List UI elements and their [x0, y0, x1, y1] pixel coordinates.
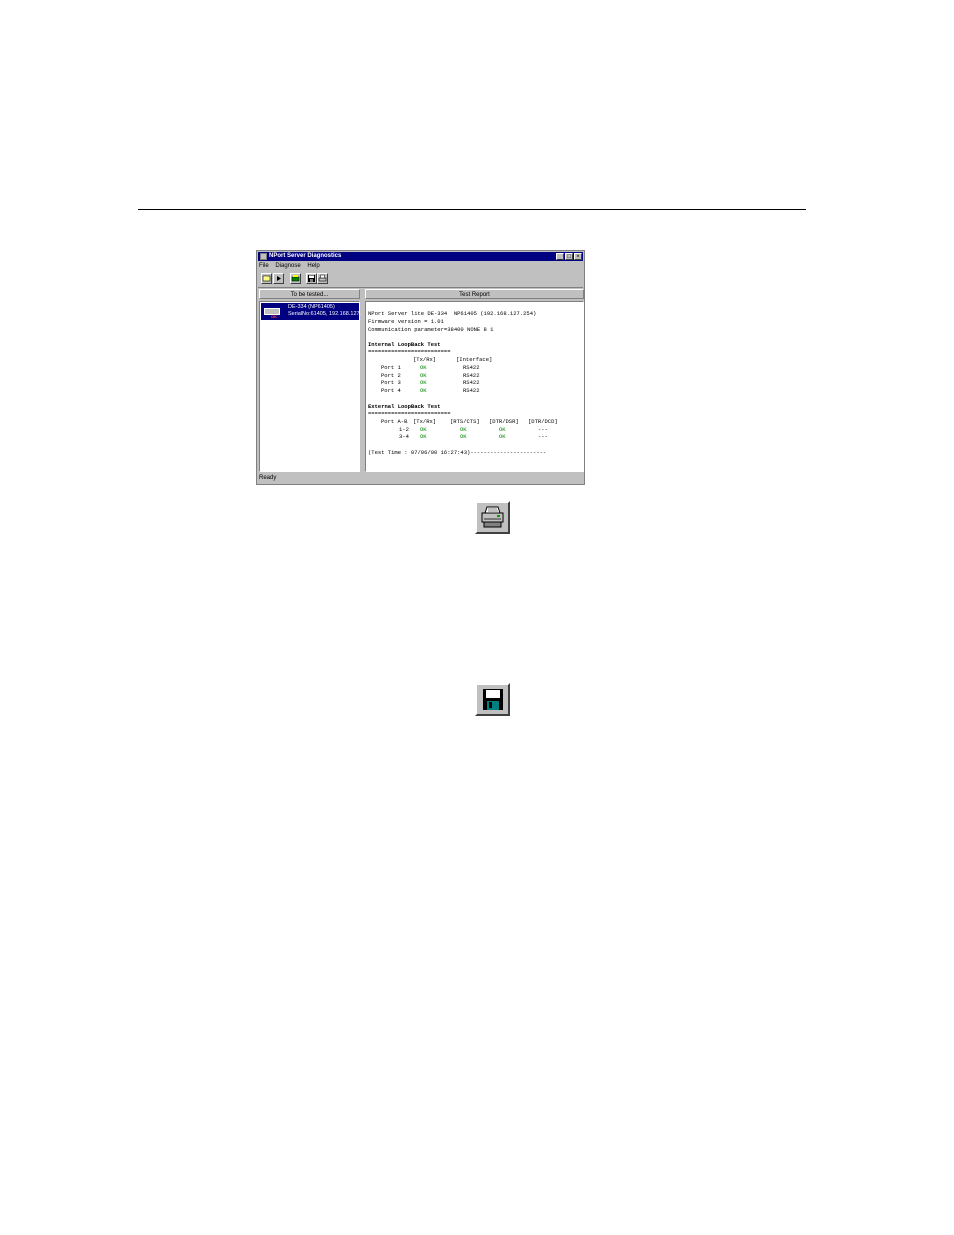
external-row-dtrdcd: ---	[538, 433, 548, 440]
print-icon	[481, 506, 504, 528]
minimize-button[interactable]: _	[556, 253, 564, 260]
save-button-large[interactable]	[475, 683, 510, 716]
device-name: DE-334 (NP61405)	[288, 304, 335, 310]
device-status-badge: OK	[271, 314, 277, 319]
window-title: NPort Server Diagnostics	[269, 253, 342, 259]
internal-row-port: Port 1	[381, 364, 401, 371]
external-rule: =========================	[368, 410, 451, 417]
toolbar-separator	[258, 287, 583, 288]
app-icon	[260, 253, 267, 260]
test-report[interactable]: NPort Server lite DE-334 NP61405 (192.16…	[365, 301, 584, 472]
menu-help[interactable]: Help	[307, 263, 319, 269]
internal-row-port: Port 2	[381, 372, 401, 379]
external-row-rtscts: OK	[460, 426, 467, 433]
print-icon	[318, 274, 327, 282]
maximize-button[interactable]: □	[565, 253, 573, 260]
external-col-txrx: [Tx/Rx]	[413, 418, 437, 425]
menu-diagnose[interactable]: Diagnose	[275, 263, 300, 269]
internal-row-txrx: OK	[420, 364, 427, 371]
play-icon	[277, 276, 281, 281]
internal-col-interface: [Interface]	[456, 356, 493, 363]
internal-row-interface: RS422	[463, 372, 480, 379]
internal-row-port: Port 3	[381, 379, 401, 386]
internal-row-interface: RS422	[463, 379, 480, 386]
report-model-line: NPort Server lite DE-334 NP61405 (192.16…	[368, 310, 537, 317]
internal-row-txrx: OK	[420, 372, 427, 379]
test-button[interactable]	[290, 273, 301, 284]
report-comm-line: Communication parameter=38400 NONE 8 1	[368, 326, 494, 333]
test-icon	[291, 275, 300, 282]
open-button[interactable]	[261, 273, 272, 284]
close-button[interactable]: ×	[574, 253, 582, 260]
status-bar: Ready	[259, 475, 277, 481]
report-pane: Test Report NPort Server lite DE-334 NP6…	[365, 289, 584, 472]
menu-file[interactable]: File	[259, 263, 269, 269]
internal-row-txrx: OK	[420, 387, 427, 394]
external-col-port: Port A-B	[381, 418, 408, 425]
report-firmware-line: Firmware version = 1.01	[368, 318, 444, 325]
internal-rule: =========================	[368, 348, 451, 355]
external-row-dtrdsr: OK	[499, 426, 506, 433]
print-button[interactable]	[317, 273, 328, 284]
save-icon	[308, 275, 315, 282]
external-row-rtscts: OK	[460, 433, 467, 440]
save-button[interactable]	[306, 273, 317, 284]
internal-row-port: Port 4	[381, 387, 401, 394]
device-list-pane: To be tested... OK DE-334 (NP61405) Seri…	[259, 289, 362, 472]
internal-row-interface: RS422	[463, 364, 480, 371]
external-col-rtscts: [RTS/CTS]	[450, 418, 480, 425]
external-col-dtrdsr: [DTR/DSR]	[489, 418, 519, 425]
device-serial: SerialNo:61405, 192.168.127.	[288, 311, 362, 317]
print-button-large[interactable]	[475, 501, 510, 534]
device-item[interactable]: OK DE-334 (NP61405) SerialNo:61405, 192.…	[261, 303, 362, 320]
external-test-title: External LoopBack Test	[368, 403, 441, 410]
external-row-port: 1-2	[399, 426, 409, 433]
internal-test-title: Internal LoopBack Test	[368, 341, 441, 348]
device-list[interactable]: OK DE-334 (NP61405) SerialNo:61405, 192.…	[259, 301, 362, 472]
test-time-line: (Test Time : 07/06/00 16:27:43)---------…	[368, 449, 547, 456]
external-row-txrx: OK	[420, 426, 427, 433]
menu-bar: File Diagnose Help	[259, 262, 325, 271]
internal-col-txrx: [Tx/Rx]	[413, 356, 437, 363]
external-row-port: 3-4	[399, 433, 409, 440]
external-row-dtrdcd: ---	[538, 426, 548, 433]
report-header[interactable]: Test Report	[365, 289, 584, 299]
external-row-txrx: OK	[420, 433, 427, 440]
page-rule	[138, 209, 806, 210]
device-list-header[interactable]: To be tested...	[259, 289, 360, 299]
save-icon	[483, 689, 503, 710]
open-icon	[262, 275, 271, 282]
run-button[interactable]	[273, 273, 284, 284]
internal-row-txrx: OK	[420, 379, 427, 386]
diagnostics-window: NPort Server Diagnostics _ □ × File Diag…	[256, 250, 585, 485]
title-bar: NPort Server Diagnostics _ □ ×	[258, 252, 583, 261]
external-row-dtrdsr: OK	[499, 433, 506, 440]
toolbar	[259, 272, 584, 285]
internal-row-interface: RS422	[463, 387, 480, 394]
external-col-dtrdcd: [DTR/DCD]	[528, 418, 558, 425]
